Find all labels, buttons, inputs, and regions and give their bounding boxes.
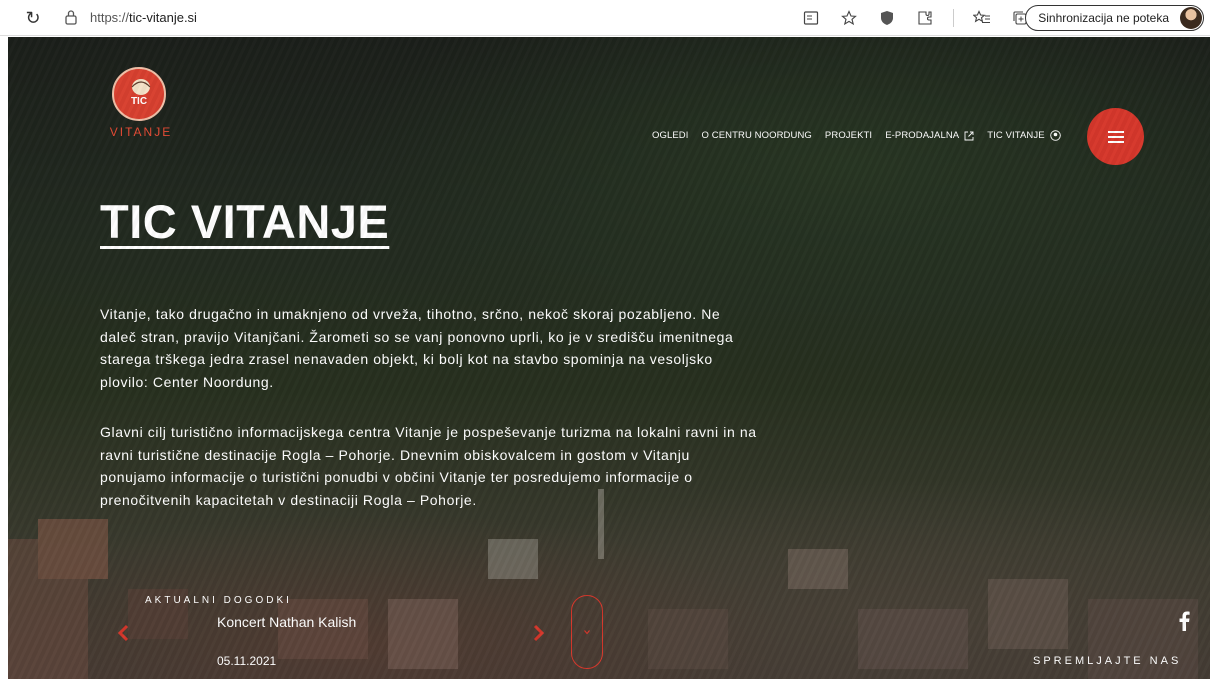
intro-paragraph: Vitanje, tako drugačno in umaknjeno od v… (100, 306, 734, 390)
nav-item-e-prodajalna[interactable]: E-PRODAJALNA (885, 130, 974, 141)
chevron-left-icon[interactable] (116, 623, 130, 643)
reload-icon[interactable]: ↻ (22, 7, 44, 29)
address-bar[interactable]: https://tic-vitanje.si (90, 10, 197, 25)
extension-icon[interactable] (915, 8, 935, 28)
nav-item-label: TIC VITANJE (987, 130, 1045, 141)
sync-status-button[interactable]: Sinhronizacija ne poteka (1025, 5, 1204, 31)
nav-item-projekti[interactable]: PROJEKTI (825, 130, 872, 141)
logo-emblem (112, 67, 166, 121)
url-protocol: https:// (90, 10, 130, 25)
shield-icon[interactable] (877, 8, 897, 28)
follow-us-label: SPREMLJAJTE NAS (1033, 655, 1182, 667)
profile-avatar (1180, 7, 1202, 29)
tic-logo-icon (1049, 130, 1061, 141)
mission-paragraph: Glavni cilj turistično informacijskega c… (100, 424, 757, 508)
favorites-icon[interactable] (972, 8, 992, 28)
nav-item-o-centru-noordung[interactable]: O CENTRU NOORDUNG (702, 130, 812, 141)
hamburger-menu-button[interactable] (1087, 108, 1144, 165)
reader-view-icon[interactable] (801, 8, 821, 28)
browser-toolbar: ↻ https://tic-vitanje.si Sinhronizacija … (0, 0, 1210, 36)
url-host: tic-vitanje.si (129, 10, 197, 25)
lock-icon[interactable] (64, 9, 78, 25)
logo-name: VITANJE (109, 125, 173, 139)
nav-item-label: E-PRODAJALNA (885, 130, 960, 141)
hero-section: TIC VITANJE OGLEDI O CENTRU NOORDUNG PRO… (8, 37, 1210, 679)
events-label: AKTUALNI DOGODKI (145, 595, 292, 606)
main-navigation: OGLEDI O CENTRU NOORDUNG PROJEKTI E-PROD… (652, 130, 1061, 141)
chevron-down-icon (584, 630, 590, 635)
nav-item-tic-vitanje[interactable]: TIC VITANJE (987, 130, 1061, 141)
logo-badge-text: TIC (130, 96, 148, 107)
favorite-add-icon[interactable] (839, 8, 859, 28)
facebook-icon[interactable] (1178, 611, 1190, 631)
site-logo[interactable]: TIC VITANJE (104, 67, 184, 147)
hamburger-icon (1107, 130, 1124, 143)
event-title-link[interactable]: Koncert Nathan Kalish (217, 614, 356, 630)
scroll-down-button[interactable] (571, 595, 603, 669)
event-date: 05.11.2021 (217, 654, 277, 668)
nav-item-ogledi[interactable]: OGLEDI (652, 130, 689, 141)
toolbar-divider (953, 9, 954, 27)
nav-item-label: O CENTRU NOORDUNG (701, 130, 812, 141)
page-title: TIC VITANJE (100, 195, 390, 248)
sync-status-label: Sinhronizacija ne poteka (1038, 11, 1169, 25)
browser-actions (801, 8, 1030, 28)
chevron-right-icon[interactable] (532, 623, 546, 643)
nav-item-label: PROJEKTI (824, 130, 873, 141)
external-link-icon (964, 131, 974, 140)
nav-item-label: OGLEDI (652, 130, 689, 141)
